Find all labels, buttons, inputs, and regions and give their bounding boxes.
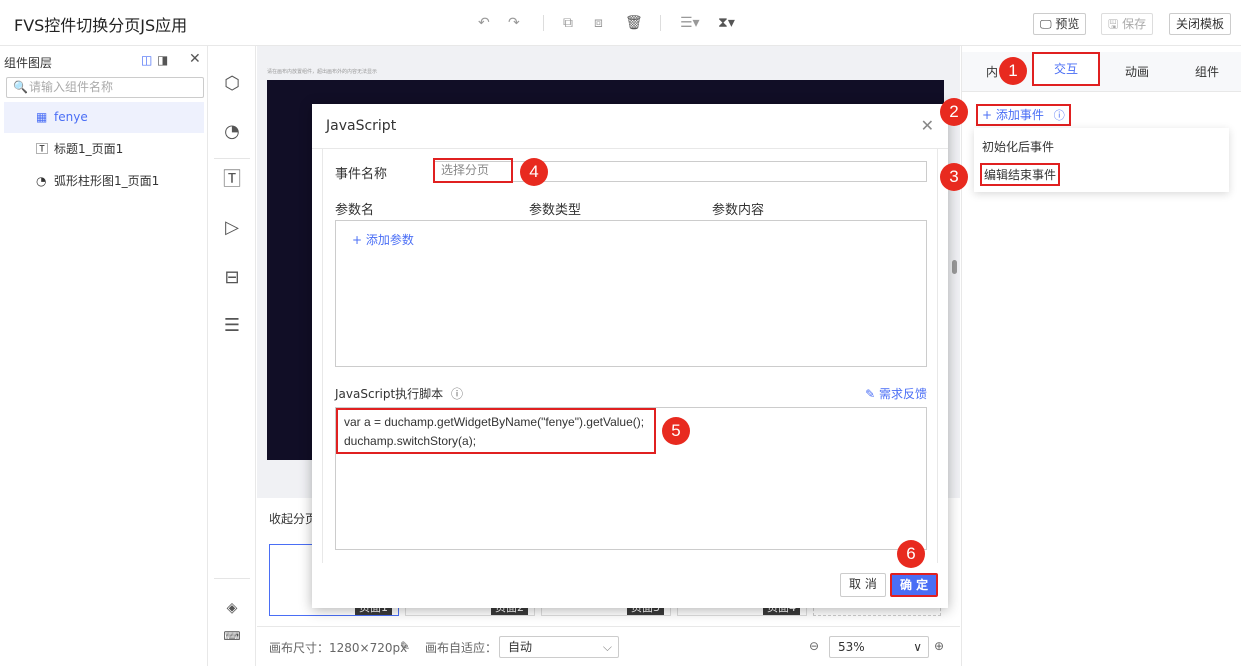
menu-item-init-event[interactable]: 初始化后事件 bbox=[982, 138, 1054, 155]
icon-bar-divider bbox=[214, 578, 250, 579]
copy-icon[interactable]: ⧉ bbox=[563, 15, 573, 31]
step-badge-3: 3 bbox=[940, 163, 968, 191]
layers-icon[interactable]: ◈ bbox=[220, 596, 244, 620]
tab-animation[interactable]: 动画 bbox=[1102, 52, 1172, 92]
menu-item-edit-end-event[interactable]: 编辑结束事件 bbox=[980, 163, 1061, 186]
pagination-widget-icon: ▦ bbox=[36, 110, 48, 124]
step-badge-5: 5 bbox=[662, 417, 690, 445]
javascript-dialog: JavaScript ✕ 事件名称 选择分页 参数名 参数类型 参数内容 + 添… bbox=[312, 104, 948, 608]
help-icon: ⓘ bbox=[1053, 109, 1065, 122]
layer-item-fenye[interactable]: ▦ fenye bbox=[4, 102, 204, 133]
panel-toggle-icon[interactable]: ◫ bbox=[141, 53, 152, 67]
close-template-button[interactable]: 关闭模板 bbox=[1169, 13, 1232, 35]
canvas-scrollbar[interactable] bbox=[952, 260, 957, 274]
add-event-button[interactable]: + 添加事件 ⓘ bbox=[976, 104, 1071, 126]
status-bar: 画布尺寸：1280×720px ✎ 画布自适应： 自动 ⌵ ⊖ 53% ∨ ⊕ bbox=[257, 626, 960, 666]
adapt-label: 画布自适应： bbox=[425, 641, 498, 655]
app-title: FVS控件切换分页JS应用 bbox=[14, 16, 188, 35]
script-line: duchamp.switchStory(a); bbox=[344, 434, 477, 448]
step-badge-2: 2 bbox=[940, 98, 968, 126]
icon-bar-divider bbox=[214, 158, 250, 159]
param-content-header: 参数内容 bbox=[712, 203, 765, 218]
step-badge-6: 6 bbox=[897, 540, 925, 568]
save-icon: 🖫 bbox=[1108, 17, 1119, 31]
toolbar-divider bbox=[660, 15, 661, 31]
top-bar: FVS控件切换分页JS应用 ↶ ↷ ⧉ ⧈ 🗑 ☰▾ ⧗▾ 🖵 预览 🖫 保存 … bbox=[0, 0, 1241, 46]
paste-icon[interactable]: ⧈ bbox=[594, 15, 603, 31]
cube-icon[interactable]: ⬡ bbox=[220, 72, 244, 96]
event-name-value[interactable]: 选择分页 bbox=[433, 158, 513, 183]
edit-icon[interactable]: ✎ bbox=[400, 639, 410, 653]
event-type-menu: 初始化后事件 编辑结束事件 bbox=[974, 128, 1229, 192]
redo-icon[interactable]: ↷ bbox=[508, 15, 520, 31]
event-name-label: 事件名称 bbox=[335, 167, 388, 182]
dialog-body: 事件名称 选择分页 参数名 参数类型 参数内容 + 添加参数 JavaScrip… bbox=[322, 149, 938, 563]
monitor-icon: 🖵 bbox=[1040, 17, 1052, 31]
text-icon[interactable]: 🅃 bbox=[220, 168, 244, 192]
undo-icon[interactable]: ↶ bbox=[478, 15, 490, 31]
script-label: JavaScript执行脚本 ⓘ bbox=[335, 387, 463, 401]
edit-icon: ✎ bbox=[865, 387, 876, 401]
tab-component[interactable]: 组件 bbox=[1172, 52, 1241, 92]
step-badge-4: 4 bbox=[520, 158, 548, 186]
zoom-out-icon[interactable]: ⊖ bbox=[809, 639, 819, 653]
zoom-in-icon[interactable]: ⊕ bbox=[934, 639, 944, 653]
delete-icon[interactable]: 🗑 bbox=[625, 15, 643, 31]
layer-search-input[interactable]: 🔍 请输入组件名称 bbox=[6, 77, 204, 98]
inbox-icon[interactable]: ⊟ bbox=[220, 266, 244, 290]
search-icon: 🔍 bbox=[13, 80, 28, 94]
canvas-size-label: 画布尺寸：1280×720px bbox=[269, 641, 408, 655]
collapse-pages-toggle[interactable]: 收起分页 bbox=[269, 510, 317, 527]
step-badge-1: 1 bbox=[999, 57, 1027, 85]
script-line: var a = duchamp.getWidgetByName("fenye")… bbox=[344, 415, 645, 429]
align-icon[interactable]: ☰▾ bbox=[680, 15, 700, 31]
split-view-icon[interactable]: ◨ bbox=[157, 53, 168, 67]
param-name-header: 参数名 bbox=[335, 203, 375, 218]
properties-panel: 内 交互 动画 组件 + 添加事件 ⓘ 初始化后事件 编辑结束事件 bbox=[961, 46, 1241, 666]
chevron-down-icon: ∨ bbox=[913, 640, 922, 654]
parameters-table: + 添加参数 bbox=[335, 220, 927, 367]
component-icon-bar: ⬡ ◔ 🅃 ▷ ⊟ ☰ ◈ ⌨ bbox=[208, 46, 256, 666]
chevron-down-icon: ⌵ bbox=[602, 640, 612, 654]
text-widget-icon: 🅃 bbox=[36, 142, 49, 156]
pie-chart-icon: ◔ bbox=[36, 174, 47, 188]
zoom-select[interactable]: 53% ∨ bbox=[829, 636, 929, 658]
save-button[interactable]: 🖫 保存 bbox=[1101, 13, 1154, 35]
chart-icon[interactable]: ◔ bbox=[220, 120, 244, 144]
preview-button[interactable]: 🖵 预览 bbox=[1033, 13, 1087, 35]
add-param-button[interactable]: + 添加参数 bbox=[352, 231, 414, 248]
feedback-link[interactable]: ✎ 需求反馈 bbox=[865, 385, 927, 402]
dialog-title: JavaScript bbox=[326, 118, 397, 134]
table-icon[interactable]: ☰ bbox=[220, 314, 244, 338]
canvas-note: 请在画布内放置组件，超出画布外的内容无法显示 bbox=[267, 69, 378, 75]
toolbar-divider bbox=[543, 15, 544, 31]
ok-button[interactable]: 确 定 bbox=[890, 573, 939, 597]
adapt-select[interactable]: 自动 ⌵ bbox=[499, 636, 619, 658]
close-icon[interactable]: ✕ bbox=[189, 51, 201, 67]
layers-panel: 组件图层 ◫ ◨ ✕ 🔍 请输入组件名称 ▦ fenye 🅃 标题1_页面1 ◔… bbox=[0, 46, 208, 666]
layer-item-title[interactable]: 🅃 标题1_页面1 bbox=[4, 134, 204, 165]
param-type-header: 参数类型 bbox=[529, 203, 582, 218]
layer-item-chart[interactable]: ◔ 弧形柱形图1_页面1 bbox=[4, 166, 204, 197]
close-icon[interactable]: ✕ bbox=[921, 116, 934, 135]
script-code[interactable]: var a = duchamp.getWidgetByName("fenye")… bbox=[336, 408, 656, 454]
script-editor[interactable]: var a = duchamp.getWidgetByName("fenye")… bbox=[335, 407, 927, 550]
cancel-button[interactable]: 取 消 bbox=[840, 573, 886, 597]
help-icon: ⓘ bbox=[450, 387, 463, 401]
layers-title: 组件图层 bbox=[4, 56, 53, 70]
media-icon[interactable]: ▷ bbox=[220, 216, 244, 240]
layer-order-icon[interactable]: ⧗▾ bbox=[718, 15, 735, 31]
tab-interaction[interactable]: 交互 bbox=[1032, 52, 1100, 86]
keyboard-icon[interactable]: ⌨ bbox=[220, 624, 244, 648]
